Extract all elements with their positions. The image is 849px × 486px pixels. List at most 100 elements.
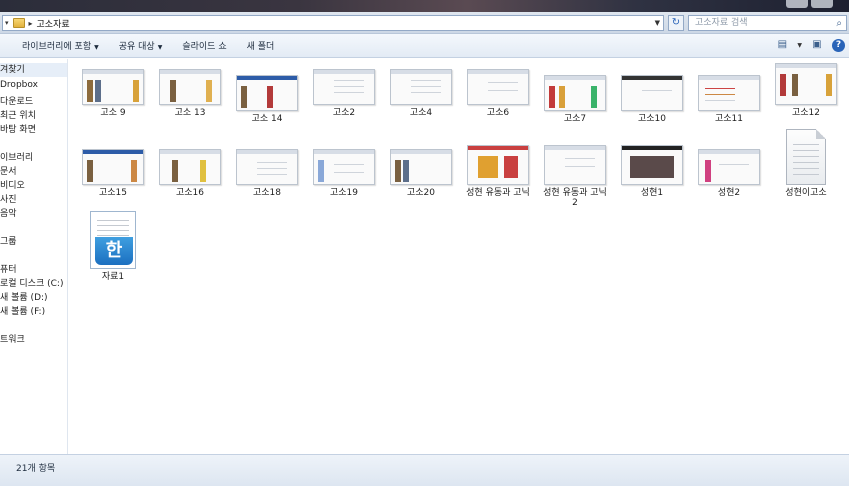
nav-item-pictures[interactable]: 사진 xyxy=(0,192,17,205)
file-item[interactable]: 성현1 xyxy=(616,145,688,198)
address-bar[interactable]: ▾ ▸ 고소자료 ▼ xyxy=(2,15,664,31)
nav-item-videos[interactable]: 비디오 xyxy=(0,178,25,191)
view-options-icon[interactable]: ▤ xyxy=(775,38,789,52)
nav-item-documents[interactable]: 문서 xyxy=(0,164,17,177)
image-thumbnail xyxy=(621,75,683,111)
file-item[interactable]: 고소15 xyxy=(77,149,149,198)
file-name: 성현2 xyxy=(717,188,741,198)
image-thumbnail xyxy=(544,75,606,111)
file-name: 성현 유동과 고닉 2 xyxy=(543,188,607,208)
file-item[interactable]: 성현 유동과 고닉 xyxy=(462,145,534,198)
file-name: 고소12 xyxy=(791,108,820,118)
nav-item-dropbox[interactable]: Dropbox xyxy=(0,80,38,90)
file-name: 고소2 xyxy=(332,108,356,118)
share-with-button[interactable]: 공유 대상 ▼ xyxy=(119,39,163,52)
file-item[interactable]: 고소 13 xyxy=(154,69,226,118)
chevron-down-icon[interactable]: ▼ xyxy=(655,19,660,27)
file-name: 고소6 xyxy=(486,108,510,118)
file-name: 고소20 xyxy=(406,188,435,198)
file-item[interactable]: 고소2 xyxy=(308,69,380,118)
nav-item-recent-places[interactable]: 최근 위치 xyxy=(0,108,36,121)
file-name: 고소15 xyxy=(98,188,127,198)
chevron-right-icon[interactable]: ▸ xyxy=(29,19,33,28)
file-name: 고소4 xyxy=(409,108,433,118)
slide-show-button[interactable]: 슬라이드 쇼 xyxy=(182,39,226,52)
nav-item-drive-c[interactable]: 로컬 디스크 (C:) xyxy=(0,276,63,289)
file-name: 고소10 xyxy=(637,114,666,124)
file-item[interactable]: 고소16 xyxy=(154,149,226,198)
nav-item-homegroup[interactable]: 그룹 xyxy=(0,234,17,247)
slide-show-label: 슬라이드 쇼 xyxy=(182,42,227,52)
search-icon[interactable]: ⌕ xyxy=(836,17,842,31)
file-item[interactable]: 고소12 xyxy=(770,63,842,118)
nav-item-desktop[interactable]: 바탕 화면 xyxy=(0,122,36,135)
file-item[interactable]: 고소7 xyxy=(539,75,611,124)
image-thumbnail xyxy=(236,149,298,185)
file-item[interactable]: 고소6 xyxy=(462,69,534,118)
image-thumbnail xyxy=(544,145,606,185)
file-name: 고소11 xyxy=(714,114,743,124)
help-icon[interactable]: ? xyxy=(832,38,845,52)
share-with-label: 공유 대상 xyxy=(118,42,155,52)
hwp-badge: 한 xyxy=(95,237,133,265)
nav-item-music[interactable]: 음악 xyxy=(0,206,17,219)
image-thumbnail xyxy=(159,69,221,105)
minimize-button[interactable] xyxy=(786,0,808,8)
nav-item-computer[interactable]: 퓨터 xyxy=(0,262,17,275)
maximize-button[interactable] xyxy=(811,0,833,8)
file-name: 고소7 xyxy=(563,114,587,124)
image-thumbnail xyxy=(82,69,144,105)
nav-item-drive-f[interactable]: 새 볼륨 (F:) xyxy=(0,304,45,317)
file-item[interactable]: 고소10 xyxy=(616,75,688,124)
chevron-down-icon[interactable]: ▼ xyxy=(797,42,802,49)
nav-item-drive-d[interactable]: 새 볼륨 (D:) xyxy=(0,290,48,303)
new-folder-label: 새 폴더 xyxy=(246,42,275,52)
image-thumbnail xyxy=(698,149,760,185)
search-placeholder: 고소자료 검색 xyxy=(695,18,748,28)
refresh-icon[interactable]: ↻ xyxy=(668,15,684,31)
file-item[interactable]: 한 자료1 xyxy=(77,211,149,282)
file-item[interactable]: 고소 14 xyxy=(231,75,303,124)
address-row: ▾ ▸ 고소자료 ▼ ↻ 고소자료 검색 ⌕ xyxy=(0,12,849,34)
image-thumbnail xyxy=(390,69,452,105)
nav-item-downloads[interactable]: 다운로드 xyxy=(0,94,33,107)
file-item[interactable]: 고소4 xyxy=(385,69,457,118)
breadcrumb[interactable]: 고소자료 xyxy=(37,17,70,30)
file-item[interactable]: 고소19 xyxy=(308,149,380,198)
include-in-library-label: 라이브러리에 포함 xyxy=(22,42,92,52)
folder-icon xyxy=(12,18,25,28)
dropdown-arrow-icon: ▼ xyxy=(94,44,99,51)
back-arrow-icon[interactable]: ▾ xyxy=(5,19,9,27)
file-item[interactable]: 성현이고소 xyxy=(770,129,842,198)
command-bar: 라이브러리에 포함 ▼ 공유 대상 ▼ 슬라이드 쇼 새 폴더 ▤ ▼ ▣ ? xyxy=(0,34,849,58)
image-thumbnail xyxy=(698,75,760,111)
window-title-strip xyxy=(0,0,849,12)
nav-item-favorites[interactable]: 겨찾기 xyxy=(0,63,67,77)
file-name: 고소18 xyxy=(252,188,281,198)
nav-item-network[interactable]: 트워크 xyxy=(0,332,25,345)
search-input[interactable]: 고소자료 검색 ⌕ xyxy=(688,15,847,31)
image-thumbnail xyxy=(390,149,452,185)
file-name: 고소19 xyxy=(329,188,358,198)
status-bar: 21개 항목 xyxy=(0,454,849,486)
file-item[interactable]: 성현2 xyxy=(693,149,765,198)
file-item[interactable]: 고소11 xyxy=(693,75,765,124)
file-name: 성현1 xyxy=(640,188,664,198)
navigation-pane: 겨찾기 Dropbox 다운로드 최근 위치 바탕 화면 이브러리 문서 비디오… xyxy=(0,59,68,454)
file-item[interactable]: 고소18 xyxy=(231,149,303,198)
file-item[interactable]: 성현 유동과 고닉 2 xyxy=(539,145,611,208)
file-name: 성현 유동과 고닉 xyxy=(466,188,530,198)
file-item[interactable]: 고소 9 xyxy=(77,69,149,118)
new-folder-button[interactable]: 새 폴더 xyxy=(247,39,275,52)
file-name: 고소 13 xyxy=(174,108,206,118)
file-name: 자료1 xyxy=(101,272,125,282)
image-thumbnail xyxy=(621,145,683,185)
file-list: 고소 9 고소 13 고소 14 고소2 고소4 고소6 고소7 고소10 고소… xyxy=(69,59,849,454)
file-item[interactable]: 고소20 xyxy=(385,149,457,198)
preview-pane-icon[interactable]: ▣ xyxy=(810,38,824,52)
file-name: 고소 9 xyxy=(100,108,126,118)
file-name: 고소16 xyxy=(175,188,204,198)
include-in-library-button[interactable]: 라이브러리에 포함 ▼ xyxy=(22,39,99,52)
file-name: 고소 14 xyxy=(251,114,283,124)
nav-item-libraries[interactable]: 이브러리 xyxy=(0,150,33,163)
